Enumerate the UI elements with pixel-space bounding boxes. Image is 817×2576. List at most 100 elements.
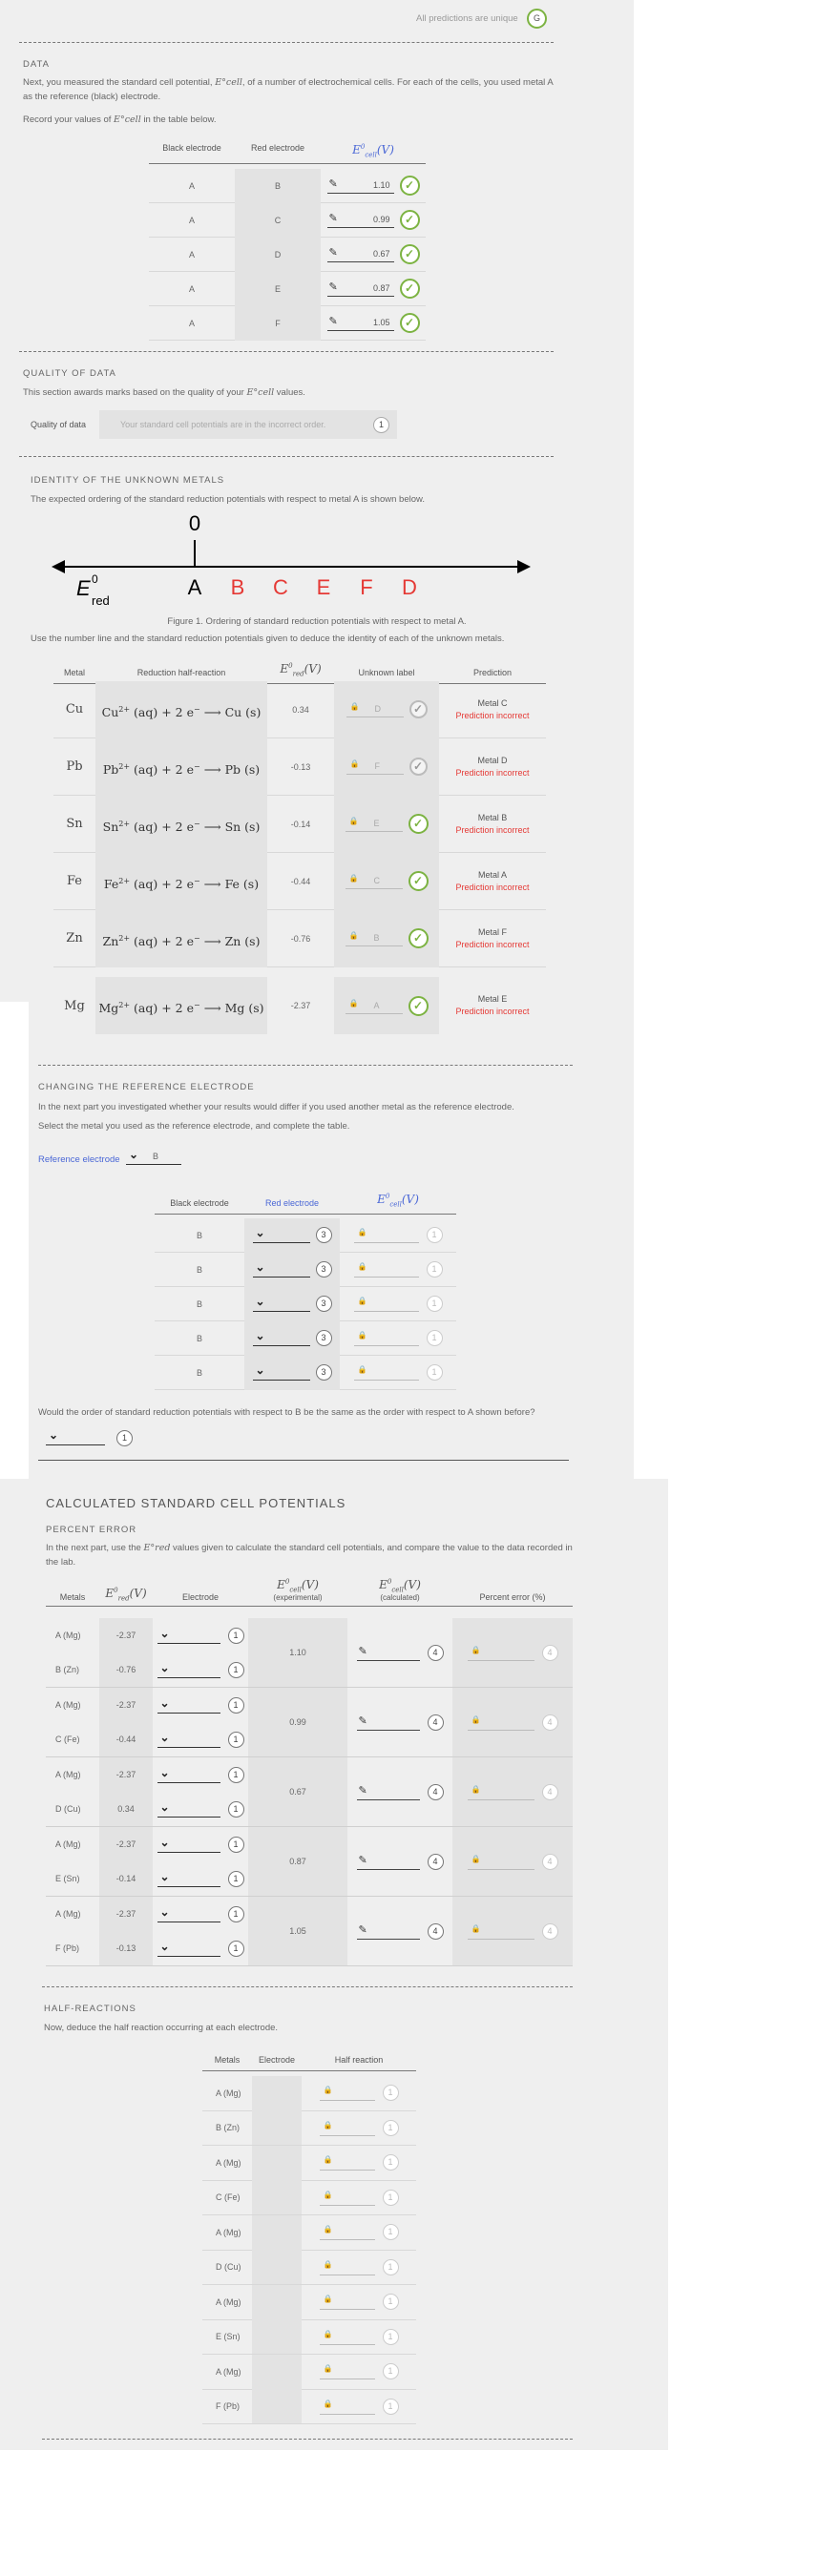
- ecell-input[interactable]: ✎ 1.10: [326, 177, 394, 194]
- half-reaction-input[interactable]: 🔒: [319, 2399, 375, 2415]
- metal-symbol: Pb: [66, 759, 83, 774]
- percent-error-badge: 4: [541, 1783, 558, 1800]
- half-reaction-input[interactable]: 🔒: [319, 2294, 375, 2311]
- ref-ecell-input[interactable]: 🔒: [353, 1330, 419, 1346]
- electrode-select[interactable]: ⌄: [157, 1766, 220, 1783]
- ref-ecell-cell: 🔒 1: [340, 1296, 456, 1312]
- electrode-badge: 1: [227, 1870, 244, 1887]
- metal-symbol: Mg: [64, 998, 85, 1013]
- chevron-down-icon: ⌄: [159, 1799, 170, 1814]
- ecell-badge: 1: [426, 1296, 443, 1312]
- ref-ecell-input[interactable]: 🔒: [353, 1227, 419, 1243]
- electrode-select[interactable]: ⌄: [157, 1870, 220, 1887]
- lock-icon: 🔒: [323, 2225, 333, 2234]
- half-row: D (Cu) 🔒 1: [202, 2250, 416, 2285]
- electrode-select[interactable]: ⌄: [157, 1836, 220, 1853]
- electrode-select[interactable]: ⌄: [157, 1696, 220, 1714]
- calculated-input[interactable]: ✎: [356, 1645, 420, 1661]
- quality-message: Your standard cell potentials are in the…: [99, 410, 397, 439]
- ref-ecell-cell: 🔒 1: [340, 1330, 456, 1346]
- electrode-select[interactable]: ⌄: [157, 1627, 220, 1644]
- electrode-select[interactable]: ⌄: [157, 1940, 220, 1957]
- ered-value: -2.37: [115, 1770, 136, 1779]
- unknown-label-input[interactable]: 🔒 F: [346, 758, 404, 775]
- half-reaction: Fe2+ (aq) + 2 e− ⟶ Fe (s): [95, 852, 267, 910]
- lock-icon: 🔒: [357, 1262, 367, 1271]
- half-reaction-input[interactable]: 🔒: [319, 2190, 375, 2206]
- unknown-label-input[interactable]: 🔒 B: [345, 930, 403, 946]
- calculated-input[interactable]: ✎: [356, 1854, 420, 1870]
- ecell-input[interactable]: ✎ 0.99: [326, 212, 394, 228]
- electrode-badge: 1: [227, 1696, 244, 1714]
- calculated-input[interactable]: ✎: [356, 1714, 420, 1731]
- order-select[interactable]: ⌄: [46, 1428, 105, 1445]
- ecell-input[interactable]: ✎ 1.05: [326, 315, 394, 331]
- half-reaction-input[interactable]: 🔒: [319, 2329, 375, 2345]
- half-reaction-input[interactable]: 🔒: [319, 2224, 375, 2241]
- prediction-cell: Metal F Prediction incorrect: [439, 926, 546, 951]
- electrode-select[interactable]: ⌄: [157, 1799, 220, 1818]
- ecell-cell: ✎ 0.99 ✓: [321, 210, 426, 230]
- half-reaction: Cu2+ (aq) + 2 e− ⟶ Cu (s): [95, 680, 267, 738]
- check-icon: ✓: [399, 279, 420, 299]
- percent-error-input[interactable]: 🔒: [467, 1645, 534, 1661]
- lock-icon: 🔒: [323, 2155, 333, 2165]
- calc-intro: In the next part, use the E°red values g…: [46, 1543, 573, 1568]
- calculated-input[interactable]: ✎: [356, 1923, 420, 1940]
- half-badge: 1: [382, 2189, 399, 2206]
- reference-select[interactable]: ⌄ B: [126, 1148, 181, 1165]
- percent-error-input[interactable]: 🔒: [467, 1923, 534, 1940]
- half-reaction-input[interactable]: 🔒: [319, 2120, 375, 2136]
- red-electrode-select[interactable]: ⌄: [252, 1260, 310, 1278]
- unknown-label-input[interactable]: 🔒 D: [346, 701, 404, 717]
- calc-col-ered: E0red(V): [105, 1587, 147, 1603]
- lock-icon: 🔒: [357, 1297, 367, 1305]
- red-electrode-select[interactable]: ⌄: [252, 1226, 310, 1243]
- unknown-label-cell: 🔒 E ✓: [334, 795, 439, 853]
- electrode-select[interactable]: ⌄: [157, 1661, 220, 1678]
- red-electrode-select[interactable]: ⌄: [252, 1329, 310, 1346]
- ecell-value: 1.05: [372, 318, 390, 327]
- unknown-label-input[interactable]: 🔒 E: [345, 816, 403, 832]
- red-electrode-select[interactable]: ⌄: [252, 1295, 310, 1312]
- half-reaction-input[interactable]: 🔒: [319, 2154, 375, 2171]
- pencil-icon: ✎: [358, 1854, 367, 1866]
- half-reaction-input[interactable]: 🔒: [319, 2363, 375, 2380]
- order-badge: 1: [116, 1430, 133, 1446]
- ecell-input[interactable]: ✎ 0.67: [326, 246, 394, 262]
- ref-ecell-input[interactable]: 🔒: [353, 1296, 419, 1312]
- percent-error-input[interactable]: 🔒: [467, 1784, 534, 1800]
- number-line-figure: 0 E 0 red A B C E F D: [52, 511, 531, 608]
- ref-ecell-input[interactable]: 🔒: [353, 1261, 419, 1278]
- lock-icon: 🔒: [348, 931, 359, 940]
- reference-heading: CHANGING THE REFERENCE ELECTRODE: [38, 1082, 255, 1092]
- pencil-icon: ✎: [358, 1923, 367, 1936]
- half-electrode-cell: [252, 2145, 302, 2180]
- lock-icon: 🔒: [471, 1923, 481, 1933]
- half-reaction-input[interactable]: 🔒: [319, 2085, 375, 2102]
- percent-error-input[interactable]: 🔒: [467, 1854, 534, 1870]
- unknown-label-input[interactable]: 🔒 C: [345, 873, 403, 889]
- ecell-input[interactable]: ✎ 0.87: [326, 280, 394, 297]
- calc-col-electrode: Electrode: [181, 1592, 220, 1603]
- half-badge: 1: [382, 2258, 399, 2275]
- unknown-label-cell: 🔒 C ✓: [334, 852, 439, 910]
- black-electrode-cell: A: [188, 283, 195, 294]
- half-electrode-cell: [252, 2319, 302, 2355]
- ref-ecell-input[interactable]: 🔒: [353, 1364, 419, 1381]
- unknown-label-input[interactable]: 🔒 A: [345, 998, 403, 1014]
- half-metal: E (Sn): [216, 2332, 241, 2342]
- unique-badge: G: [527, 9, 547, 29]
- percent-error-input[interactable]: 🔒: [467, 1714, 534, 1731]
- select-badge: 3: [315, 1364, 332, 1381]
- half-reaction-input[interactable]: 🔒: [319, 2259, 375, 2275]
- red-electrode-select[interactable]: ⌄: [252, 1363, 310, 1381]
- calculated-input[interactable]: ✎: [356, 1784, 420, 1800]
- electrode-select[interactable]: ⌄: [157, 1731, 220, 1748]
- ecell-badge: 1: [426, 1227, 443, 1243]
- select-badge: 3: [315, 1296, 332, 1312]
- electrode-select[interactable]: ⌄: [157, 1905, 220, 1922]
- ered-value: -0.76: [290, 933, 311, 944]
- prediction-cell: Metal B Prediction incorrect: [439, 812, 546, 837]
- ecell-cell: ✎ 0.87 ✓: [321, 279, 426, 299]
